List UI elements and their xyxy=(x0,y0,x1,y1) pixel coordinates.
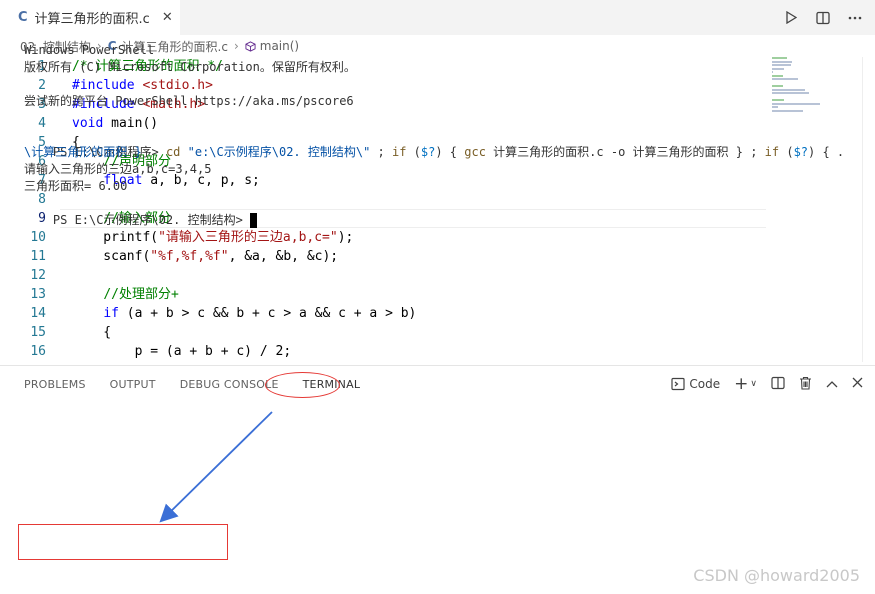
terminal-line: 尝试新的跨平台 PowerShell https://aka.ms/pscore… xyxy=(24,94,354,108)
terminal-profile[interactable]: Code xyxy=(671,377,720,391)
c-file-icon: C xyxy=(18,10,28,25)
code-line[interactable]: 12 xyxy=(0,266,770,285)
code-text: printf("请输入三角形的三边a,b,c="); xyxy=(72,230,354,245)
code-text: //处理部分+ xyxy=(103,287,179,302)
minimap-line xyxy=(772,102,820,105)
line-number: 16 xyxy=(30,344,46,359)
tab-debug-console[interactable]: DEBUG CONSOLE xyxy=(180,378,279,391)
minimap-line xyxy=(772,88,805,91)
terminal-icon xyxy=(671,377,686,391)
editor-tab[interactable]: C 计算三角形的面积.c ✕ xyxy=(0,0,180,35)
terminal-line: 版权所有 (C) Microsoft Corporation。保留所有权利。 xyxy=(24,60,356,74)
split-editor-icon[interactable] xyxy=(815,10,831,26)
new-terminal-add-icon[interactable]: + ∨ xyxy=(734,374,757,394)
split-terminal-icon[interactable] xyxy=(771,376,785,393)
line-number: 11 xyxy=(30,249,46,264)
minimap-line xyxy=(772,106,778,108)
minimap-line xyxy=(772,74,783,77)
minimap-line xyxy=(772,85,783,87)
terminal-command-line: PS E:\C示例程序> cd "e:\C示例程序\02. 控制结构\" ; i… xyxy=(52,145,845,159)
code-line[interactable]: 13 //处理部分+ xyxy=(0,285,770,304)
watermark: CSDN @howard2005 xyxy=(693,566,860,585)
minimap-line xyxy=(772,64,791,66)
editor-actions xyxy=(783,0,863,35)
tab-title: 计算三角形的面积.c xyxy=(34,12,150,27)
more-icon[interactable] xyxy=(847,10,863,26)
line-number: 15 xyxy=(30,325,46,340)
code-text: if (a + b > c && b + c > a && c + a > b) xyxy=(103,306,417,321)
line-number: 10 xyxy=(30,230,46,245)
code-line[interactable]: 11 scanf("%f,%f,%f", &a, &b, &c); xyxy=(0,247,770,266)
minimap[interactable] xyxy=(772,57,822,117)
code-line[interactable]: 10 printf("请输入三角形的三边a,b,c="); xyxy=(0,228,770,247)
program-output-line: 三角形面积= 6.00 xyxy=(24,179,128,193)
maximize-panel-icon[interactable] xyxy=(826,377,838,391)
terminal-highlight-circle xyxy=(265,372,340,398)
terminal-final-prompt: PS E:\C示例程序\02. 控制结构> xyxy=(24,195,258,228)
minimap-line xyxy=(772,78,799,80)
run-icon[interactable] xyxy=(783,10,799,26)
line-number: 13 xyxy=(30,287,46,302)
terminal-command-cont: \计算三角形的面积 } xyxy=(24,145,142,159)
minimap-line xyxy=(772,71,774,73)
code-line[interactable]: 16 p = (a + b + c) / 2; xyxy=(0,342,770,361)
code-text: scanf("%f,%f,%f", &a, &b, &c); xyxy=(72,249,339,264)
close-tab-icon[interactable]: ✕ xyxy=(162,10,173,25)
output-highlight-box xyxy=(18,524,228,560)
tab-problems[interactable]: PROBLEMS xyxy=(24,378,86,391)
trash-icon[interactable] xyxy=(799,376,812,393)
terminal-prompt: PS E:\C示例程序\02. 控制结构> xyxy=(52,213,251,227)
breadcrumb-symbol[interactable]: main() xyxy=(260,39,299,53)
minimap-line xyxy=(772,57,788,59)
minimap-line xyxy=(772,109,803,112)
editor-scrollbar[interactable] xyxy=(862,57,875,362)
editor-tab-bar: C 计算三角形的面积.c ✕ xyxy=(0,0,875,35)
code-text: { xyxy=(72,325,112,340)
method-cube-icon xyxy=(245,40,256,52)
code-text: p = (a + b + c) / 2; xyxy=(72,344,292,359)
code-line[interactable]: 15 { xyxy=(0,323,770,342)
close-panel-icon[interactable] xyxy=(852,377,863,391)
code-line[interactable]: 14 if (a + b > c && b + c > a && c + a >… xyxy=(0,304,770,323)
terminal-profile-label: Code xyxy=(689,377,721,391)
chevron-right-icon: › xyxy=(233,39,239,53)
tab-output[interactable]: OUTPUT xyxy=(110,378,156,391)
program-output-line: 请输入三角形的三边a,b,c=3,4,5 xyxy=(24,162,212,176)
terminal-line: Windows PowerShell xyxy=(24,43,155,57)
line-number: 14 xyxy=(30,306,46,321)
minimap-line xyxy=(772,67,785,70)
line-number: 12 xyxy=(30,268,46,283)
terminal-cursor xyxy=(250,213,258,228)
minimap-line xyxy=(772,60,792,63)
panel-actions: Code + ∨ xyxy=(671,366,863,402)
chevron-down-icon: ∨ xyxy=(750,379,757,389)
minimap-line xyxy=(772,99,785,101)
plus-icon: + xyxy=(734,374,749,394)
minimap-line xyxy=(772,92,810,94)
